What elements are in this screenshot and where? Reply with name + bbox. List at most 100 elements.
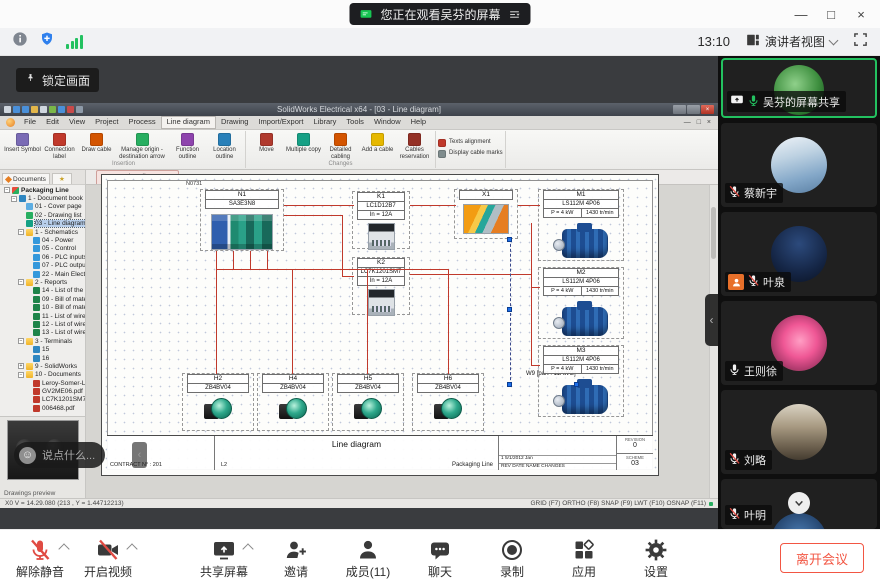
lock-view-button[interactable]: 锁定画面: [16, 68, 99, 92]
ribbon-button-texts-alignment[interactable]: Texts alignment: [438, 139, 491, 147]
ribbon-button-location-outline[interactable]: Location outline: [206, 131, 243, 160]
component-plc-n1[interactable]: N1SA3E3N8: [200, 189, 284, 251]
tree-item-22-main-electrical-en[interactable]: 22 - Main Electrical En: [0, 270, 85, 278]
tab-documents[interactable]: Documents: [2, 173, 50, 184]
chevron-up-icon[interactable]: [242, 543, 253, 554]
toolbar-录制[interactable]: 录制: [488, 537, 536, 580]
tree-item-07-plc-outputs[interactable]: 07 - PLC outputs: [0, 262, 85, 270]
tree-item-15[interactable]: 15: [0, 345, 85, 353]
participant-tile-蔡新宇[interactable]: 蔡新宇: [721, 123, 877, 207]
component-motor-m3[interactable]: M3LS112M 4P06P = 4 kW1430 tr/min: [538, 345, 624, 417]
tree-item-12-list-of-wires[interactable]: 12 - List of wires: [0, 320, 85, 328]
fullscreen-icon[interactable]: [853, 32, 868, 52]
ribbon-button-multiple-copy[interactable]: Multiple copy: [285, 131, 322, 154]
quick-icon-1[interactable]: [13, 106, 20, 113]
tree-expander[interactable]: +: [18, 363, 24, 369]
quick-icon-3[interactable]: [31, 106, 38, 113]
network-signal-icon[interactable]: [66, 35, 83, 49]
menu-file[interactable]: File: [19, 116, 41, 127]
quick-icon-7[interactable]: [67, 106, 74, 113]
tree-item-gv2me06-pdf[interactable]: GV2ME06.pdf: [0, 387, 85, 395]
participant-tile-王则徐[interactable]: 王则徐: [721, 301, 877, 385]
quick-icon-6[interactable]: [58, 106, 65, 113]
tree-item-02-drawing-list[interactable]: 02 - Drawing list: [0, 211, 85, 219]
quick-icon-4[interactable]: [40, 106, 47, 113]
tree-item-lc7k1201sm7-pdf[interactable]: LC7K1201SM7.pdf: [0, 396, 85, 404]
ribbon-button-move[interactable]: Move: [248, 131, 285, 154]
toolbar-开启视频[interactable]: 开启视频: [84, 537, 132, 580]
statusbar-modes[interactable]: GRID (F7) ORTHO (F8) SNAP (F9) LWT (F10)…: [530, 500, 706, 507]
meeting-info-icon[interactable]: [12, 31, 28, 52]
ribbon-button-display-cable-marks[interactable]: Display cable marks: [438, 150, 503, 158]
tree-item-11-list-of-wires[interactable]: 11 - List of wires: [0, 312, 85, 320]
watching-screen-pill[interactable]: 您正在观看吴芬的屏幕: [349, 3, 530, 25]
toolbar-成员-11[interactable]: 成员(11): [344, 537, 392, 580]
leave-meeting-button[interactable]: 离开会议: [780, 543, 864, 573]
maximize-button[interactable]: □: [816, 0, 846, 28]
component-contactor-k2[interactable]: K2LC7K1201SM7In = 12A: [352, 257, 410, 315]
tree-item-leroy-somer-ls-pdf[interactable]: Leroy-Somer-LS.pdf: [0, 379, 85, 387]
menu-import-export[interactable]: Import/Export: [253, 116, 308, 127]
ribbon-button-connection-label[interactable]: Connection label: [41, 131, 78, 160]
tree-item-2-reports[interactable]: −2 - Reports: [0, 278, 85, 286]
tree-item-006468-pdf[interactable]: 006468.pdf: [0, 404, 85, 412]
tree-item-04-power[interactable]: 04 - Power: [0, 236, 85, 244]
tree-expander[interactable]: −: [18, 229, 24, 235]
chat-quick-input[interactable]: ☺ 说点什么...: [14, 442, 105, 468]
emoji-icon[interactable]: ☺: [19, 447, 36, 464]
tree-item-09-bill-of-materials[interactable]: 09 - Bill of materials: [0, 295, 85, 303]
ribbon-button-insert-symbol[interactable]: Insert Symbol: [4, 131, 41, 154]
ribbon-button-draw-cable[interactable]: Draw cable: [78, 131, 115, 154]
ribbon-button-cables-reservation[interactable]: Cables reservation: [396, 131, 433, 160]
participant-tile-叶泉[interactable]: 叶泉: [721, 212, 877, 296]
tree-expander[interactable]: −: [18, 338, 24, 344]
selected-cable[interactable]: [510, 239, 511, 385]
menu-drawing[interactable]: Drawing: [216, 116, 254, 127]
menu-project[interactable]: Project: [90, 116, 123, 127]
tree-item-06-plc-inputs[interactable]: 06 - PLC inputs: [0, 253, 85, 261]
component-pilot-h[interactable]: H5ZB4BV04: [332, 373, 404, 431]
ribbon-button-detailed-cabling[interactable]: Detailed cabling: [322, 131, 359, 160]
quick-icon-5[interactable]: [49, 106, 56, 113]
menu-window[interactable]: Window: [369, 116, 406, 127]
component-pilot-h[interactable]: H4ZB4BV04: [257, 373, 329, 431]
tree-item-3-terminals[interactable]: −3 - Terminals: [0, 337, 85, 345]
security-shield-icon[interactable]: [39, 31, 55, 52]
tree-item-16[interactable]: 16: [0, 354, 85, 362]
selection-handle[interactable]: [507, 307, 512, 312]
component-motor-m1[interactable]: M1LS112M 4P06P = 4 kW1430 tr/min: [538, 189, 624, 261]
component-pilot-h[interactable]: H6ZB4BV04: [412, 373, 484, 431]
menu-process[interactable]: Process: [124, 116, 161, 127]
tree-item-05-control[interactable]: 05 - Control: [0, 245, 85, 253]
mdi-window-controls[interactable]: — □ ×: [684, 119, 713, 126]
sidebar-collapse-handle[interactable]: ‹: [705, 294, 718, 346]
component-pilot-h[interactable]: H2ZB4BV04: [182, 373, 254, 431]
selection-handle[interactable]: [507, 382, 512, 387]
tree-item-13-list-of-wires[interactable]: 13 - List of wires: [0, 329, 85, 337]
more-participants-button[interactable]: [788, 492, 810, 514]
tree-item-1-schematics[interactable]: −1 - Schematics: [0, 228, 85, 236]
tree-item-1-document-book[interactable]: −1 - Document book: [0, 194, 85, 202]
participant-tile-吴芬的屏幕共享[interactable]: 吴芬的屏幕共享: [721, 58, 877, 118]
tree-item-03-line-diagram[interactable]: 03 - Line diagram: [0, 220, 85, 228]
selection-handle[interactable]: [507, 237, 512, 242]
tree-item-14-list-of-the-cables[interactable]: 14 - List of the cables: [0, 287, 85, 295]
participant-tile-刘略[interactable]: 刘略: [721, 390, 877, 474]
quick-icon-0[interactable]: [4, 106, 11, 113]
chevron-up-icon[interactable]: [126, 543, 137, 554]
selection-handle[interactable]: [574, 382, 579, 387]
component-terminal-x1[interactable]: X1: [454, 189, 518, 239]
tree-item-01-cover-page[interactable]: 01 - Cover page: [0, 203, 85, 211]
ribbon-button-manage-origin-destination-arrow[interactable]: Manage origin - destination arrow: [115, 131, 169, 160]
menu-library[interactable]: Library: [308, 116, 341, 127]
component-motor-m2[interactable]: M2LS112M 4P06P = 4 kW1430 tr/min: [538, 267, 624, 339]
toolbar-应用[interactable]: 应用: [560, 537, 608, 580]
view-mode-switch[interactable]: 演讲者视图: [746, 33, 837, 50]
tree-expander[interactable]: −: [4, 187, 10, 193]
drawing-page[interactable]: N0731 W9 [part : 11AWG] CONTRACT N° : 20…: [101, 174, 659, 476]
ribbon-button-add-a-cable[interactable]: Add a cable: [359, 131, 396, 154]
toolbar-邀请[interactable]: 邀请: [272, 537, 320, 580]
quick-icon-2[interactable]: [22, 106, 29, 113]
tree-item-10-documents[interactable]: −10 - Documents: [0, 371, 85, 379]
menu-tools[interactable]: Tools: [341, 116, 369, 127]
